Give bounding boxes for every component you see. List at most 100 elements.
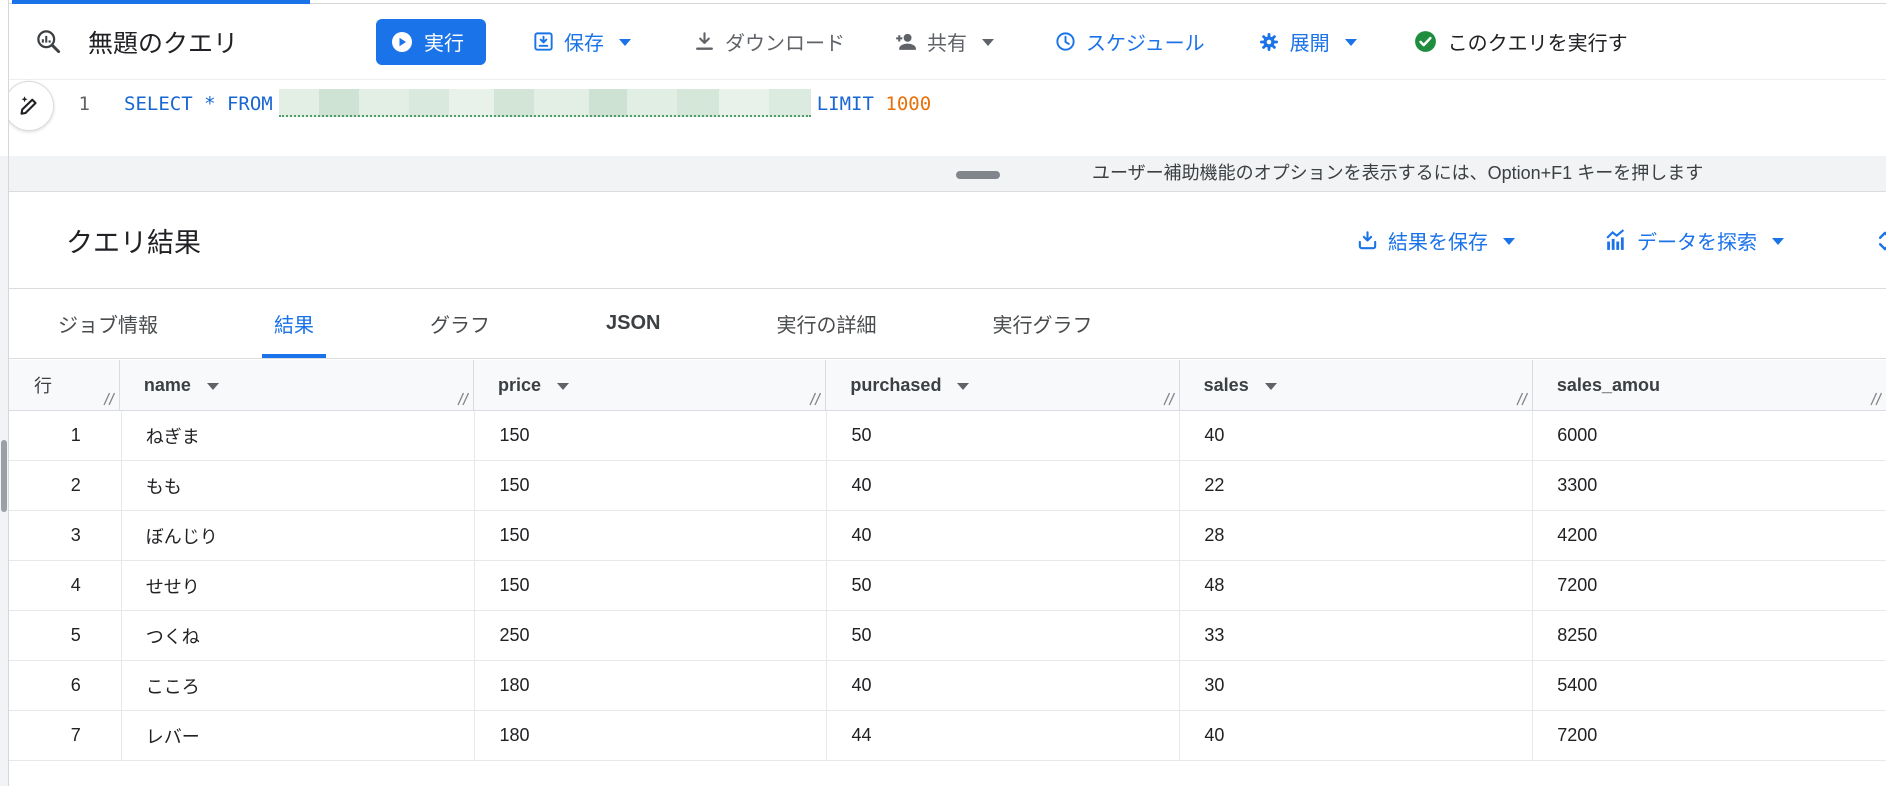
cell-price: 250 — [475, 611, 827, 660]
results-table: 行namepricepurchasedsalessales_amou 1ねぎま1… — [9, 360, 1886, 786]
sql-select-from: SELECT * FROM — [124, 93, 273, 115]
column-resize-handle[interactable] — [806, 391, 821, 406]
cell-price: 180 — [475, 711, 827, 760]
cell-sales: 33 — [1180, 611, 1533, 660]
sql-code[interactable]: SELECT * FROMLIMIT 1000 — [90, 89, 931, 119]
expand-button[interactable]: 展開 — [1257, 27, 1357, 56]
cell-sales: 22 — [1180, 461, 1533, 510]
save-dropdown-caret[interactable] — [619, 39, 631, 46]
cell-sales: 28 — [1180, 511, 1533, 560]
tab-execution-graph[interactable]: 実行グラフ — [980, 289, 1104, 358]
download-icon — [693, 30, 716, 53]
share-button[interactable]: 共有 — [893, 27, 994, 56]
cell-sales_amou: 3300 — [1533, 461, 1886, 510]
column-resize-handle[interactable] — [100, 391, 115, 406]
table-body: 1ねぎま150504060002もも150402233003ぼんじり150402… — [9, 411, 1886, 761]
column-label: sales — [1204, 375, 1249, 396]
row-number-cell: 6 — [9, 661, 122, 710]
ai-edit-button[interactable] — [4, 81, 54, 131]
column-header-sales_amou[interactable]: sales_amou — [1533, 360, 1886, 410]
cell-sales_amou: 7200 — [1533, 561, 1886, 610]
explore-data-button[interactable]: データを探索 — [1603, 226, 1784, 255]
column-header-purchased[interactable]: purchased — [826, 360, 1179, 410]
cell-name: せせり — [122, 561, 476, 610]
column-header-name[interactable]: name — [120, 360, 474, 410]
column-resize-handle[interactable] — [454, 391, 469, 406]
save-icon — [532, 30, 555, 53]
table-row[interactable]: 3ぼんじり15040284200 — [9, 511, 1886, 561]
results-tabs: ジョブ情報 結果 グラフ JSON 実行の詳細 実行グラフ — [9, 289, 1886, 359]
results-actions: 結果を保存 データを探索 — [1356, 226, 1886, 255]
cell-purchased: 50 — [827, 561, 1180, 610]
cell-sales: 30 — [1180, 661, 1533, 710]
left-scrollbar-thumb[interactable] — [1, 440, 7, 512]
table-row[interactable]: 1ねぎま15050406000 — [9, 411, 1886, 461]
table-row[interactable]: 5つくね25050338250 — [9, 611, 1886, 661]
share-dropdown-caret[interactable] — [982, 39, 994, 46]
table-row[interactable]: 6こころ18040305400 — [9, 661, 1886, 711]
column-resize-handle[interactable] — [1160, 391, 1175, 406]
query-validity-status: このクエリを実行す — [1413, 27, 1628, 56]
validity-message: このクエリを実行す — [1448, 27, 1628, 56]
cell-sales_amou: 7200 — [1533, 711, 1886, 760]
code-line-1[interactable]: 1 SELECT * FROMLIMIT 1000 — [9, 81, 1886, 119]
cell-purchased: 40 — [827, 511, 1180, 560]
panel-drag-handle[interactable] — [956, 171, 1000, 179]
column-header-price[interactable]: price — [474, 360, 826, 410]
row-number-cell: 4 — [9, 561, 122, 610]
download-button[interactable]: ダウンロード — [693, 27, 845, 56]
cell-name: つくね — [122, 611, 476, 660]
save-button[interactable]: 保存 — [532, 27, 631, 56]
column-label: name — [144, 375, 191, 396]
check-circle-icon — [1413, 29, 1438, 54]
play-icon — [390, 30, 414, 54]
tab-json[interactable]: JSON — [594, 289, 672, 358]
row-number-cell: 5 — [9, 611, 122, 660]
expand-button-label: 展開 — [1290, 27, 1330, 56]
row-number-cell: 2 — [9, 461, 122, 510]
save-button-label: 保存 — [564, 27, 604, 56]
save-results-label: 結果を保存 — [1388, 226, 1488, 255]
query-toolbar: 無題のクエリ 実行 保存 ダウンロード — [9, 4, 1886, 80]
share-button-label: 共有 — [927, 27, 967, 56]
cell-sales: 48 — [1180, 561, 1533, 610]
cell-name: ねぎま — [122, 411, 476, 460]
save-results-caret[interactable] — [1503, 238, 1515, 245]
expand-dropdown-caret[interactable] — [1345, 39, 1357, 46]
tab-results[interactable]: 結果 — [262, 289, 326, 358]
column-menu-caret[interactable] — [1265, 383, 1277, 390]
column-resize-handle[interactable] — [1513, 391, 1528, 406]
explore-data-caret[interactable] — [1772, 238, 1784, 245]
cell-sales_amou: 4200 — [1533, 511, 1886, 560]
cell-sales: 40 — [1180, 711, 1533, 760]
column-menu-caret[interactable] — [557, 383, 569, 390]
run-button[interactable]: 実行 — [376, 19, 486, 65]
tab-job-info[interactable]: ジョブ情報 — [46, 289, 170, 358]
left-scrollbar[interactable] — [0, 0, 9, 786]
cell-price: 150 — [475, 561, 827, 610]
column-menu-caret[interactable] — [207, 383, 219, 390]
pencil-sparkle-icon — [15, 92, 43, 120]
table-row[interactable]: 7レバー18044407200 — [9, 711, 1886, 761]
query-title[interactable]: 無題のクエリ — [88, 24, 238, 60]
column-label: sales_amou — [1557, 375, 1660, 396]
row-number-cell: 1 — [9, 411, 122, 460]
gear-icon — [1257, 30, 1281, 54]
cell-name: ぼんじり — [122, 511, 476, 560]
table-row[interactable]: 2もも15040223300 — [9, 461, 1886, 511]
cell-sales_amou: 8250 — [1533, 611, 1886, 660]
sql-editor[interactable]: 1 SELECT * FROMLIMIT 1000 — [9, 81, 1886, 156]
save-results-button[interactable]: 結果を保存 — [1356, 226, 1515, 255]
cell-sales_amou: 6000 — [1533, 411, 1886, 460]
collapse-results-button[interactable] — [1872, 228, 1886, 254]
column-resize-handle[interactable] — [1867, 391, 1882, 406]
schedule-button[interactable]: スケジュール — [1054, 27, 1205, 56]
table-row[interactable]: 4せせり15050487200 — [9, 561, 1886, 611]
sql-limit-keyword: LIMIT — [817, 93, 874, 115]
row-number-cell: 3 — [9, 511, 122, 560]
column-header-sales[interactable]: sales — [1180, 360, 1533, 410]
clock-icon — [1054, 30, 1077, 53]
tab-execution-details[interactable]: 実行の詳細 — [764, 289, 888, 358]
column-menu-caret[interactable] — [957, 383, 969, 390]
tab-chart[interactable]: グラフ — [418, 289, 502, 358]
